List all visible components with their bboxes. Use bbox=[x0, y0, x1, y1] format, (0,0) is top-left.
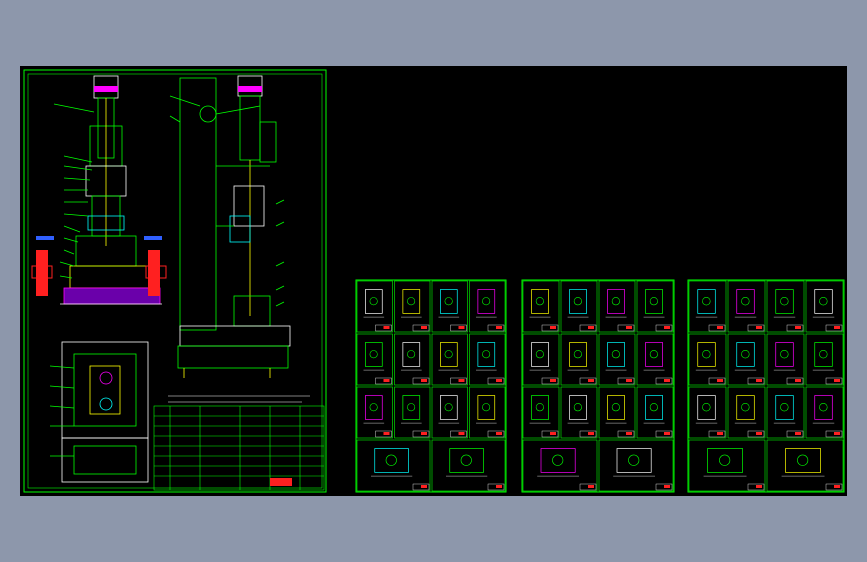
part-drawing-cell[interactable] bbox=[431, 333, 468, 386]
part-drawing-cell[interactable] bbox=[469, 280, 506, 333]
part-drawing-sheets bbox=[355, 279, 845, 493]
press-side-view bbox=[169, 75, 291, 378]
side-detail-left bbox=[31, 236, 54, 296]
side-detail-right bbox=[144, 236, 167, 296]
part-drawing-cell[interactable] bbox=[727, 333, 766, 386]
part-drawing-cell[interactable] bbox=[522, 280, 560, 333]
part-drawing-cell[interactable] bbox=[394, 333, 431, 386]
assembly-drawing-sheet[interactable] bbox=[23, 69, 327, 493]
part-drawing-cell[interactable] bbox=[766, 439, 844, 492]
part-drawing-cell[interactable] bbox=[431, 280, 468, 333]
part-drawing-cell[interactable] bbox=[688, 386, 727, 439]
parts-list-table bbox=[153, 405, 325, 491]
part-drawing-cell[interactable] bbox=[688, 439, 766, 492]
part-drawing-cell[interactable] bbox=[560, 386, 598, 439]
part-drawing-cell[interactable] bbox=[805, 280, 844, 333]
part-drawings-sheet-3[interactable] bbox=[687, 279, 845, 493]
part-drawing-cell[interactable] bbox=[766, 280, 805, 333]
part-drawing-cell[interactable] bbox=[598, 386, 636, 439]
part-drawing-cell[interactable] bbox=[394, 386, 431, 439]
part-drawings-sheet-2[interactable] bbox=[521, 279, 675, 493]
cad-model-space[interactable] bbox=[20, 66, 847, 496]
part-drawing-cell[interactable] bbox=[356, 386, 393, 439]
part-drawing-cell[interactable] bbox=[727, 386, 766, 439]
technical-notes bbox=[168, 395, 310, 403]
part-drawing-cell[interactable] bbox=[431, 439, 506, 492]
part-drawing-cell[interactable] bbox=[688, 280, 727, 333]
part-drawing-cell[interactable] bbox=[356, 439, 431, 492]
part-drawing-cell[interactable] bbox=[598, 280, 636, 333]
part-drawings-sheet-1[interactable] bbox=[355, 279, 507, 493]
part-drawing-cell[interactable] bbox=[727, 280, 766, 333]
press-plan-view bbox=[49, 341, 149, 483]
part-drawing-cell[interactable] bbox=[522, 439, 598, 492]
cad-drawing bbox=[23, 69, 845, 493]
part-drawing-cell[interactable] bbox=[431, 386, 468, 439]
part-drawing-cell[interactable] bbox=[522, 333, 560, 386]
part-drawing-cell[interactable] bbox=[394, 280, 431, 333]
part-drawing-cell[interactable] bbox=[560, 333, 598, 386]
part-drawing-cell[interactable] bbox=[356, 280, 393, 333]
part-drawing-cell[interactable] bbox=[356, 333, 393, 386]
part-drawing-cell[interactable] bbox=[598, 439, 674, 492]
part-drawing-cell[interactable] bbox=[598, 333, 636, 386]
part-drawing-cell[interactable] bbox=[469, 333, 506, 386]
part-drawing-cell[interactable] bbox=[469, 386, 506, 439]
part-drawing-cell[interactable] bbox=[522, 386, 560, 439]
part-drawing-cell[interactable] bbox=[560, 280, 598, 333]
part-drawing-cell[interactable] bbox=[805, 386, 844, 439]
part-drawing-cell[interactable] bbox=[688, 333, 727, 386]
part-drawing-cell[interactable] bbox=[636, 333, 674, 386]
part-drawing-cell[interactable] bbox=[636, 386, 674, 439]
part-drawing-cell[interactable] bbox=[766, 386, 805, 439]
part-drawing-cell[interactable] bbox=[636, 280, 674, 333]
part-drawing-cell[interactable] bbox=[805, 333, 844, 386]
part-drawing-cell[interactable] bbox=[766, 333, 805, 386]
